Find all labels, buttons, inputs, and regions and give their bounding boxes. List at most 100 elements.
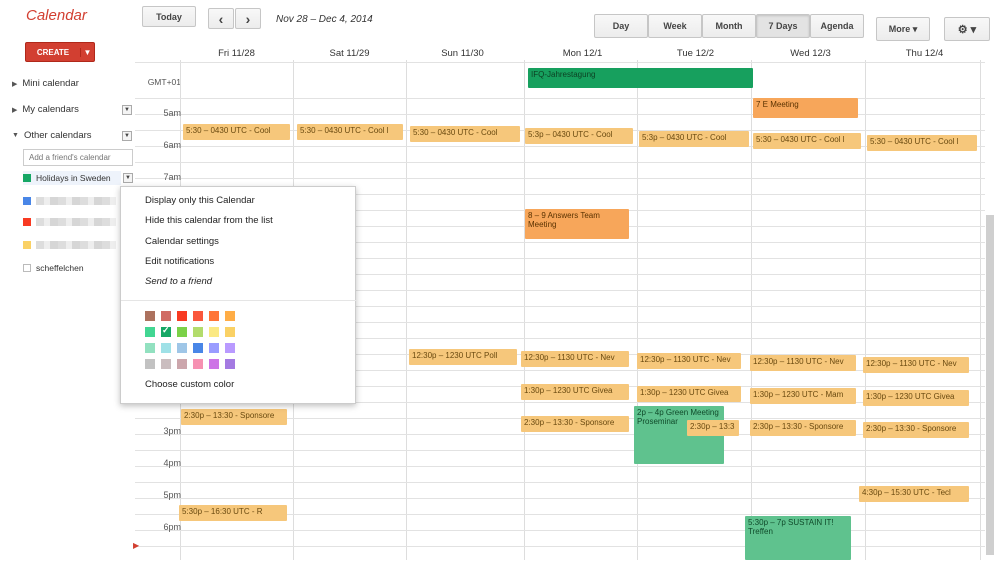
color-swatch[interactable]: [177, 343, 187, 353]
menu-item-hide[interactable]: Hide this calendar from the list: [145, 215, 273, 226]
create-button[interactable]: CREATE ▼: [25, 42, 95, 62]
event-block[interactable]: 1:30p – 1230 UTC Givea: [863, 390, 969, 406]
event-block[interactable]: 5:30 – 0430 UTC - Cool: [183, 124, 290, 140]
event-block[interactable]: 5:30 – 0430 UTC - Cool: [410, 126, 520, 142]
event-block[interactable]: 2:30p – 13:30 - Sponsore: [863, 422, 969, 438]
color-swatch[interactable]: [161, 343, 171, 353]
event-block[interactable]: 12:30p – 1130 UTC - Nev: [863, 357, 969, 373]
hour-label: 5am: [163, 108, 181, 118]
event-block[interactable]: 5:30 – 0430 UTC - Cool l: [753, 133, 861, 149]
view-7days-button[interactable]: 7 Days: [756, 14, 810, 38]
event-block[interactable]: 12:30p – 1130 UTC - Nev: [750, 355, 856, 371]
calendar-options-menu[interactable]: Display only this Calendar Hide this cal…: [120, 186, 357, 404]
event-block[interactable]: 2:30p – 13:3: [687, 420, 739, 436]
calendar-item[interactable]: [23, 241, 116, 249]
view-day-button[interactable]: Day: [594, 14, 648, 38]
redacted-calendar-name: [36, 218, 116, 226]
color-swatch[interactable]: [225, 343, 235, 353]
vertical-scrollbar[interactable]: [986, 215, 994, 555]
menu-item-settings[interactable]: Calendar settings: [145, 236, 219, 247]
color-swatch[interactable]: [225, 311, 235, 321]
event-block[interactable]: 2:30p – 13:30 - Sponsore: [521, 416, 629, 432]
hour-label: 3pm: [163, 426, 181, 436]
event-block[interactable]: 8 – 9 Answers Team Meeting: [525, 209, 629, 239]
color-swatch[interactable]: [225, 359, 235, 369]
menu-item-display-only[interactable]: Display only this Calendar: [145, 195, 255, 206]
today-button[interactable]: Today: [142, 6, 196, 27]
color-swatch[interactable]: ✓: [161, 325, 171, 337]
color-swatch[interactable]: [209, 343, 219, 353]
event-block[interactable]: 12:30p – 1130 UTC - Nev: [521, 351, 629, 367]
color-swatch[interactable]: [145, 327, 155, 337]
color-swatch[interactable]: [209, 327, 219, 337]
color-swatch[interactable]: [145, 359, 155, 369]
color-swatch[interactable]: [161, 359, 171, 369]
mini-calendar-toggle[interactable]: ▶ Mini calendar: [12, 78, 79, 89]
view-week-button[interactable]: Week: [648, 14, 702, 38]
calendar-item[interactable]: [23, 218, 116, 226]
day-header[interactable]: Fri 11/28: [180, 48, 293, 59]
color-swatch[interactable]: [145, 343, 155, 353]
menu-item-send[interactable]: Send to a friend: [145, 276, 212, 287]
all-day-event[interactable]: IFQ-Jahrestagung: [528, 68, 753, 88]
event-block[interactable]: 5:3p – 0430 UTC - Cool: [525, 128, 633, 144]
color-swatch[interactable]: [177, 327, 187, 337]
event-block[interactable]: 5:30 – 0430 UTC - Cool l: [297, 124, 403, 140]
day-header[interactable]: Thu 12/4: [868, 48, 981, 59]
app-logo[interactable]: Calendar: [26, 7, 87, 24]
color-swatch[interactable]: [209, 359, 219, 369]
day-header[interactable]: Sun 11/30: [406, 48, 519, 59]
color-swatch[interactable]: [193, 343, 203, 353]
color-swatch[interactable]: [177, 359, 187, 369]
view-agenda-button[interactable]: Agenda: [810, 14, 864, 38]
event-block[interactable]: 5:30p – 7p SUSTAIN IT! Treffen: [745, 516, 851, 560]
more-button[interactable]: More ▾: [876, 17, 930, 41]
day-header[interactable]: Wed 12/3: [754, 48, 867, 59]
calendar-item-scheffelchen[interactable]: scheffelchen: [23, 263, 84, 273]
color-swatch[interactable]: [193, 311, 203, 321]
color-swatch[interactable]: [209, 311, 219, 321]
event-block[interactable]: 1:30p – 1230 UTC Givea: [637, 386, 741, 402]
color-palette[interactable]: ✓: [145, 311, 235, 369]
event-block[interactable]: 2:30p – 13:30 - Sponsore: [181, 409, 287, 425]
view-month-button[interactable]: Month: [702, 14, 756, 38]
event-block[interactable]: 4:30p – 15:30 UTC - Tecl: [859, 486, 969, 502]
color-swatch[interactable]: [161, 311, 171, 321]
day-header[interactable]: Mon 12/1: [526, 48, 639, 59]
settings-button[interactable]: ⚙ ▾: [944, 17, 990, 41]
grid-line: [135, 530, 985, 531]
menu-item-custom-color[interactable]: Choose custom color: [145, 379, 234, 390]
color-swatch[interactable]: [193, 327, 203, 337]
my-calendars-toggle[interactable]: ▶ My calendars: [12, 104, 79, 115]
event-block[interactable]: 5:3p – 0430 UTC - Cool: [639, 131, 749, 147]
other-calendars-menu-icon[interactable]: ▼: [122, 131, 132, 141]
create-dropdown-icon[interactable]: ▼: [80, 47, 94, 57]
color-swatch[interactable]: [193, 359, 203, 369]
event-block[interactable]: 12:30p – 1130 UTC - Nev: [637, 353, 741, 369]
calendar-checkbox[interactable]: [23, 264, 31, 272]
event-block[interactable]: 1:30p – 1230 UTC Givea: [521, 384, 629, 400]
color-swatch[interactable]: [177, 311, 187, 321]
event-block[interactable]: 5:30 – 0430 UTC - Cool l: [867, 135, 977, 151]
event-block[interactable]: 1:30p – 1230 UTC - Mam: [750, 388, 856, 404]
color-swatch[interactable]: [225, 327, 235, 337]
event-block[interactable]: 5:30p – 16:30 UTC - R: [179, 505, 287, 521]
day-header[interactable]: Tue 12/2: [639, 48, 752, 59]
calendar-options-icon[interactable]: ▼: [123, 173, 133, 183]
calendar-item[interactable]: [23, 197, 116, 205]
chevron-left-icon: ‹: [218, 10, 224, 27]
calendar-label: scheffelchen: [36, 263, 84, 273]
prev-week-button[interactable]: ‹: [208, 8, 234, 29]
my-calendars-label: My calendars: [22, 104, 79, 115]
add-friend-calendar-input[interactable]: [23, 149, 133, 166]
calendar-item-holidays[interactable]: Holidays in Sweden: [23, 171, 121, 185]
color-swatch[interactable]: [145, 311, 155, 321]
event-block[interactable]: 7 E Meeting: [753, 98, 858, 118]
next-week-button[interactable]: ›: [235, 8, 261, 29]
my-calendars-menu-icon[interactable]: ▼: [122, 105, 132, 115]
day-header[interactable]: Sat 11/29: [293, 48, 406, 59]
event-block[interactable]: 12:30p – 1230 UTC Poll: [409, 349, 517, 365]
event-block[interactable]: 2:30p – 13:30 - Sponsore: [750, 420, 856, 436]
menu-item-notifications[interactable]: Edit notifications: [145, 256, 214, 267]
other-calendars-toggle[interactable]: ▼ Other calendars: [12, 130, 92, 141]
